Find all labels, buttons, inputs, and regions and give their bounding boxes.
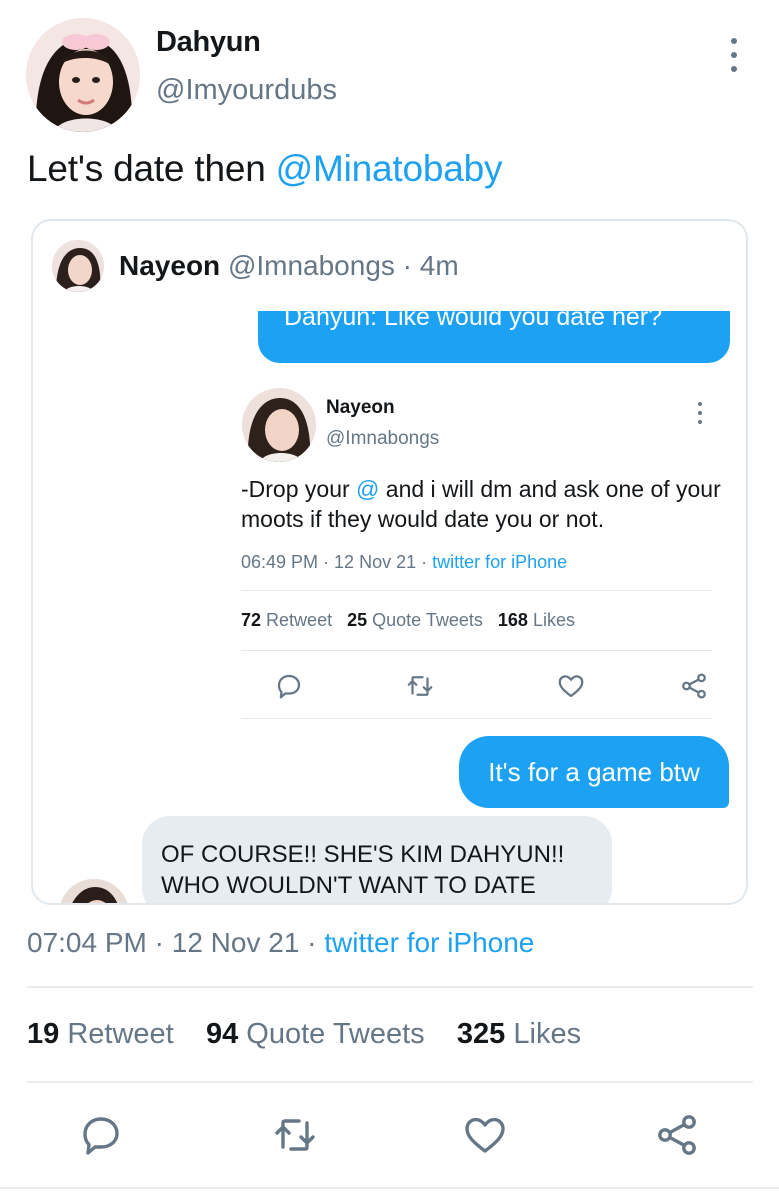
quoted-header: Nayeon @Imnabongs · 4m: [119, 250, 459, 282]
tweet-time[interactable]: 07:04 PM: [27, 927, 147, 958]
tweet-date[interactable]: 12 Nov 21: [172, 927, 300, 958]
embedded-quote-count: 25: [347, 610, 368, 630]
retweet-label[interactable]: Retweet: [67, 1018, 173, 1050]
timestamp-separator: ·: [146, 927, 172, 958]
like-icon[interactable]: [461, 1111, 509, 1159]
chat-bubble-received-text: OF COURSE!! SHE'S KIM DAHYUN!! WHO WOULD…: [161, 841, 565, 899]
tweet-stats: 19 Retweet 94 Quote Tweets 325 Likes: [27, 1018, 581, 1051]
embedded-retweet-label: Retweet: [266, 610, 333, 630]
reply-icon: [277, 674, 301, 699]
timestamp-separator: ·: [299, 927, 325, 958]
share-icon[interactable]: [653, 1111, 701, 1159]
retweet-icon: [407, 676, 433, 696]
share-icon: [682, 673, 706, 699]
embedded-time: 06:49 PM: [241, 552, 319, 572]
mention-link[interactable]: @Minatobaby: [276, 148, 503, 189]
chat-bubble-sent-cutoff-text: Dahyun: Like would you date her?: [284, 311, 663, 331]
likes-stat[interactable]: 325 Likes: [457, 1018, 581, 1050]
embedded-stats: 72 Retweet 25 Quote Tweets 168 Likes: [241, 610, 575, 631]
quoted-age: · 4m: [394, 250, 459, 281]
chat-partner-avatar: [59, 879, 129, 903]
tweet-action-bar: [27, 1105, 753, 1165]
divider: [0, 1187, 779, 1189]
tweet-text-body: Let's date then: [27, 148, 276, 189]
chat-bubble-sent-cutoff: Dahyun: Like would you date her?: [258, 311, 730, 363]
embedded-quote-label: Quote Tweets: [372, 610, 483, 630]
quoted-handle: @Imnabongs: [227, 250, 395, 281]
chat-bubble-received: OF COURSE!! SHE'S KIM DAHYUN!! WHO WOULD…: [142, 816, 612, 903]
embedded-more-icon: [696, 402, 704, 424]
likes-count[interactable]: 325: [457, 1018, 505, 1050]
embedded-tweet-avatar: [242, 388, 316, 462]
quoted-avatar: [52, 240, 104, 292]
embedded-likes-label: Likes: [532, 610, 575, 630]
more-options-icon[interactable]: [722, 38, 746, 72]
embedded-likes-count: 168: [497, 610, 528, 630]
embedded-sep: ·: [416, 552, 433, 572]
divider: [241, 650, 712, 651]
user-handle[interactable]: @Imyourdubs: [156, 74, 337, 107]
profile-avatar[interactable]: [26, 18, 140, 132]
like-icon: [558, 675, 584, 698]
tweet-source-link[interactable]: twitter for iPhone: [324, 927, 534, 958]
quote-count[interactable]: 94: [206, 1018, 238, 1050]
embedded-source: twitter for iPhone: [432, 552, 568, 572]
embedded-text-before: -Drop your: [241, 476, 357, 502]
embedded-tweet-text: -Drop your @ and i will dm and ask one o…: [241, 474, 721, 534]
embedded-sep: ·: [318, 552, 335, 572]
quote-label[interactable]: Quote Tweets: [246, 1018, 424, 1050]
tweet-timestamp[interactable]: 07:04 PM · 12 Nov 21 · twitter for iPhon…: [27, 927, 534, 959]
display-name[interactable]: Dahyun: [156, 26, 261, 59]
quoted-tweet-card[interactable]: Nayeon @Imnabongs · 4m Dahyun: Like woul…: [31, 219, 748, 905]
retweet-icon[interactable]: [271, 1111, 319, 1159]
chat-bubble-sent-text: It's for a game btw: [488, 756, 700, 787]
avatar-photo: [26, 18, 140, 132]
retweet-count[interactable]: 19: [27, 1018, 59, 1050]
embedded-tweet-name: Nayeon: [326, 397, 395, 418]
divider: [27, 986, 753, 988]
divider: [241, 718, 712, 719]
quoted-display-name: Nayeon: [119, 250, 221, 281]
quote-tweets-stat[interactable]: 94 Quote Tweets: [206, 1018, 425, 1050]
likes-label[interactable]: Likes: [513, 1018, 581, 1050]
embedded-action-bar: [241, 667, 712, 707]
divider: [241, 590, 712, 591]
embedded-retweet-count: 72: [241, 610, 262, 630]
embedded-tweet-handle: @Imnabongs: [326, 428, 440, 449]
embedded-date: 12 Nov 21: [334, 552, 417, 572]
chat-bubble-sent: It's for a game btw: [459, 736, 729, 808]
tweet-text: Let's date then @Minatobaby: [27, 148, 503, 190]
embedded-timestamp: 06:49 PM · 12 Nov 21 · twitter for iPhon…: [241, 552, 567, 573]
reply-icon[interactable]: [77, 1111, 125, 1159]
embedded-at-link: @: [356, 476, 380, 502]
divider: [27, 1081, 753, 1083]
retweets-stat[interactable]: 19 Retweet: [27, 1018, 174, 1050]
